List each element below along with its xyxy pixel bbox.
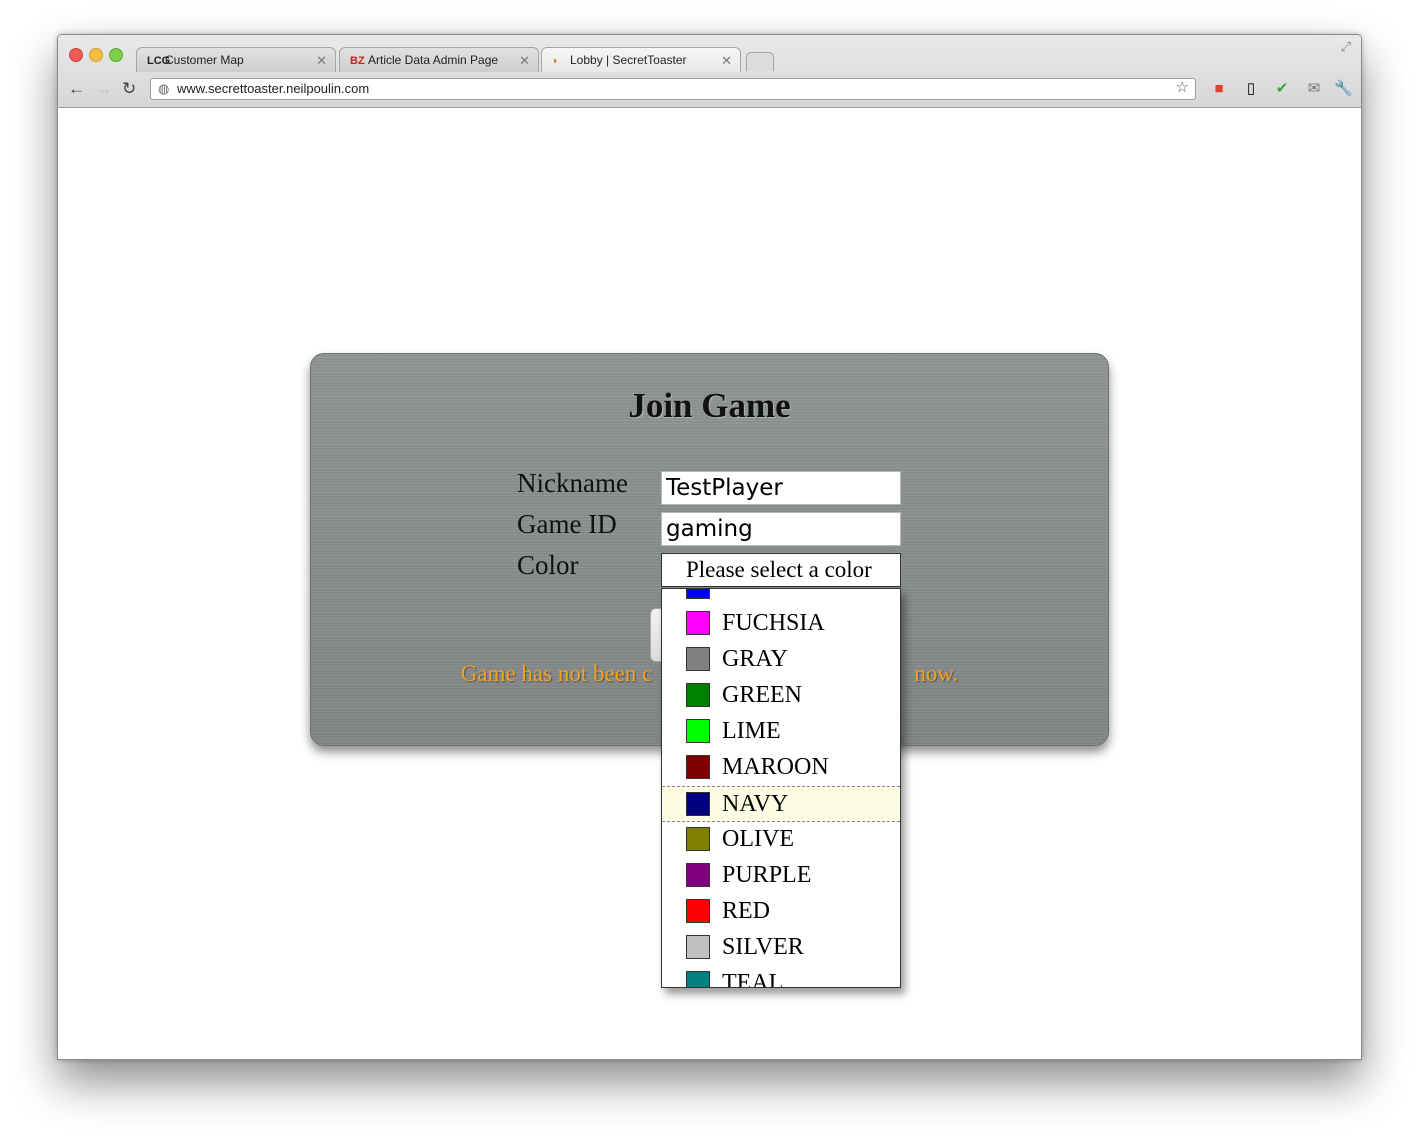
color-option-lime[interactable]: LIME [662,714,900,750]
color-option-label: TEAL [722,970,784,988]
status-message-end: now. [914,661,959,686]
color-option-label: NAVY [722,791,789,817]
color-option-label: FUCHSIA [722,610,825,636]
tab-customer-map[interactable]: LCGCustomer Map ✕ [136,47,336,72]
toolbar: ← → ↻ ◍ www.secrettoaster.neilpoulin.com… [58,73,1361,107]
color-swatch [686,719,710,743]
color-swatch [686,755,710,779]
close-window-button[interactable] [69,48,83,62]
color-option-fuchsia[interactable]: FUCHSIA [662,606,900,642]
forward-icon[interactable]: → [95,79,112,99]
color-option-gray[interactable]: GRAY [662,642,900,678]
zoom-window-button[interactable] [109,48,123,62]
tab-favicon: BZ [350,55,365,67]
close-tab-icon[interactable]: ✕ [316,48,327,73]
color-swatch [686,863,710,887]
color-swatch [686,827,710,851]
fullscreen-icon[interactable]: ⤢ [1341,39,1351,55]
minimize-window-button[interactable] [89,48,103,62]
tab-lobby-secrettoaster[interactable]: ◗ Lobby | SecretToaster ✕ [541,47,741,72]
mail-ext-icon[interactable]: ✉ [1305,80,1323,98]
phone-ext-icon[interactable]: ▯ [1242,80,1260,98]
color-swatch [686,792,710,816]
color-swatch [686,971,710,987]
color-dropdown-list[interactable]: FUCHSIA GRAY GREEN LIME MAROON NAVY OLIVE PURPL… [661,588,901,988]
color-option-label: PURPLE [722,862,812,888]
new-tab-button[interactable] [746,52,774,71]
color-option-olive[interactable]: OLIVE [662,822,900,858]
color-swatch [686,611,710,635]
color-label: Color [517,550,579,580]
nickname-label: Nickname [517,468,628,498]
color-option-label: OLIVE [722,826,794,852]
close-tab-icon[interactable]: ✕ [721,48,732,73]
bookmark-ext-icon[interactable]: ■ [1210,80,1228,98]
tab-favicon: LCG [147,55,171,67]
nickname-input[interactable]: TestPlayer [661,471,901,505]
color-option-purple[interactable]: PURPLE [662,858,900,894]
gameid-input[interactable]: gaming [661,512,901,546]
close-tab-icon[interactable]: ✕ [519,48,530,73]
color-option-red[interactable]: RED [662,894,900,930]
tab-article-data-admin[interactable]: BZ Article Data Admin Page ✕ [339,47,539,72]
url-text: www.secrettoaster.neilpoulin.com [177,81,370,96]
tab-title: Article Data Admin Page [368,53,499,67]
toaster-icon: ◗ [552,55,559,67]
color-option-label: GRAY [722,646,788,672]
color-select[interactable]: Please select a color [661,553,901,587]
color-swatch [686,589,710,599]
color-option-teal[interactable]: TEAL [662,966,900,988]
color-option-partial[interactable] [662,589,900,606]
color-swatch [686,683,710,707]
color-option-label: RED [722,898,770,924]
tab-title: Lobby | SecretToaster [570,53,687,67]
browser-window: LCGCustomer Map ✕ BZ Article Data Admin P… [57,34,1362,1060]
color-option-label: SILVER [722,934,804,960]
color-swatch [686,935,710,959]
wrench-icon[interactable]: 🔧 [1334,80,1353,98]
browser-chrome: LCGCustomer Map ✕ BZ Article Data Admin P… [58,35,1361,108]
page-title: Join Game [628,386,791,425]
status-message-start: Game has not been c [460,661,653,686]
color-option-silver[interactable]: SILVER [662,930,900,966]
tab-title: Customer Map [165,53,244,67]
gameid-label: Game ID [517,509,617,539]
color-swatch [686,899,710,923]
reload-icon[interactable]: ↻ [122,79,136,99]
back-icon[interactable]: ← [68,79,85,99]
globe-icon: ◍ [158,81,170,96]
color-swatch [686,647,710,671]
color-option-maroon[interactable]: MAROON [662,750,900,786]
color-option-label: GREEN [722,682,802,708]
bookmark-star-icon[interactable]: ☆ [1176,78,1189,98]
color-option-label: LIME [722,718,781,744]
address-bar[interactable]: ◍ www.secrettoaster.neilpoulin.com ☆ [150,78,1196,100]
check-ext-icon[interactable]: ✔ [1273,80,1291,98]
color-option-green[interactable]: GREEN [662,678,900,714]
color-option-label: MAROON [722,754,829,780]
color-option-navy[interactable]: NAVY [662,786,900,822]
